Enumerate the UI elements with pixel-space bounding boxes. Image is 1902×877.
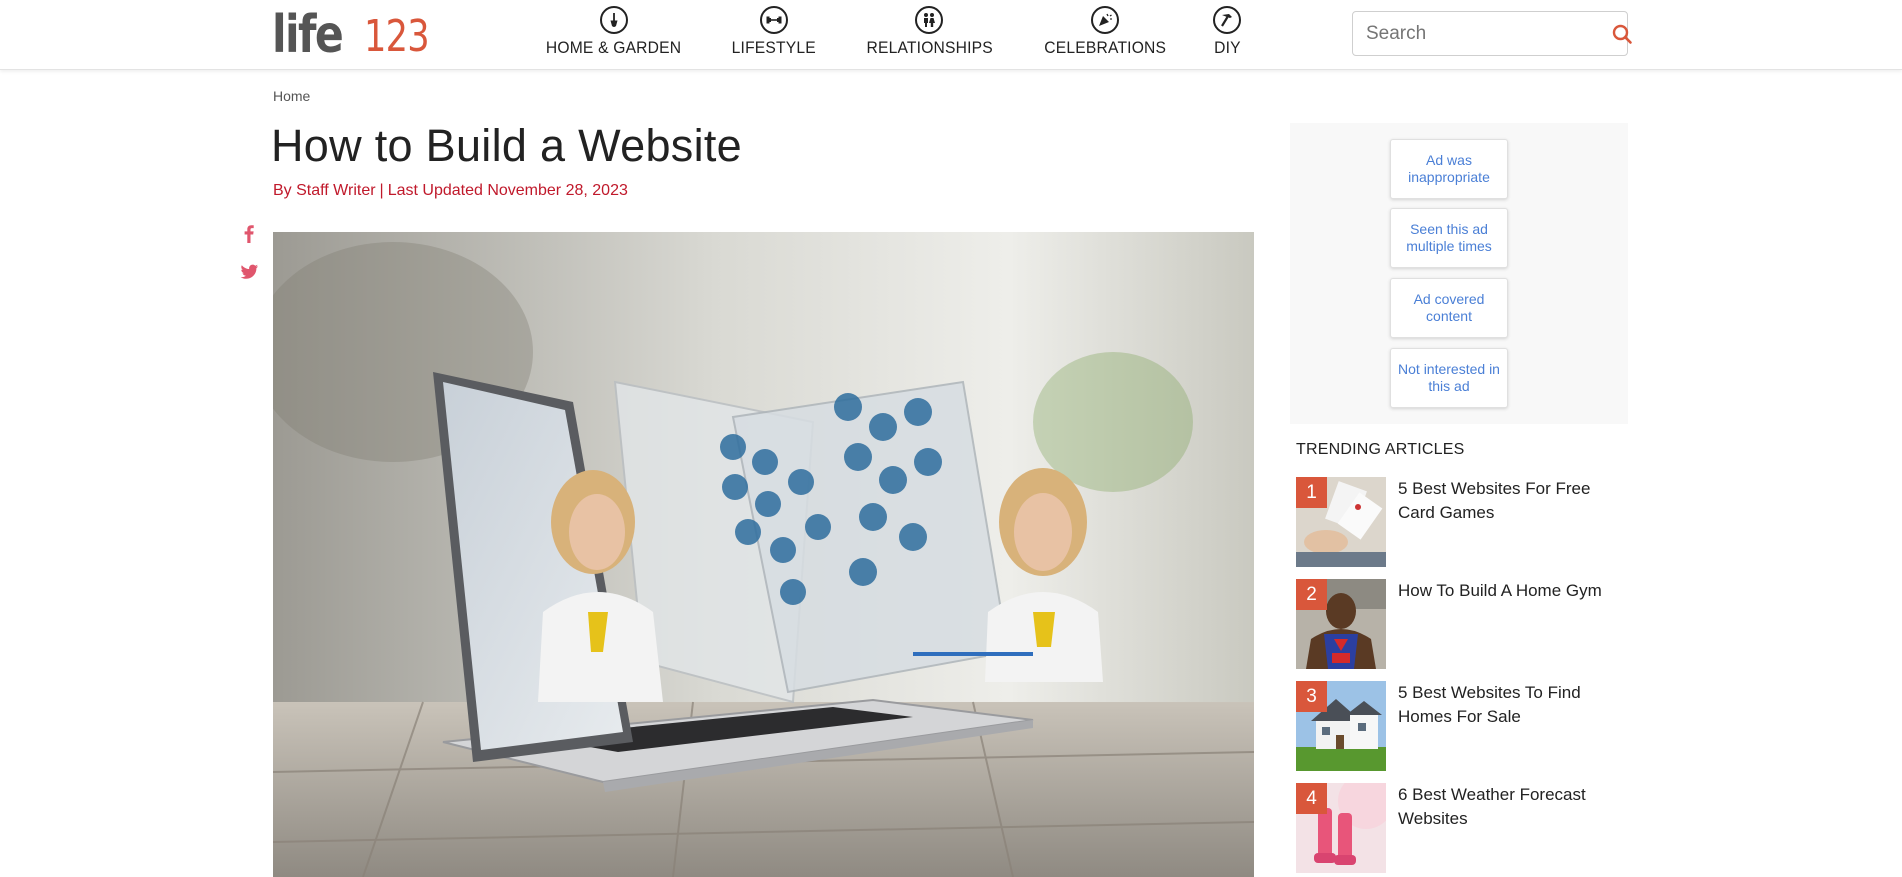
byline-separator: | xyxy=(379,182,384,199)
trending-title: 5 Best Websites For Free Card Games xyxy=(1398,479,1591,522)
nav-label: LIFESTYLE xyxy=(731,38,817,57)
nav-label: DIY xyxy=(1213,38,1241,57)
dumbbell-icon xyxy=(759,6,788,34)
nav-diy[interactable]: DIY xyxy=(1212,6,1242,62)
ad-feedback-covered-content[interactable]: Ad covered content xyxy=(1390,278,1508,338)
ad-feedback-seen-multiple[interactable]: Seen this ad multiple times xyxy=(1390,208,1508,268)
trending-rank: 1 xyxy=(1296,477,1327,508)
byline-updated: Last Updated November 28, 2023 xyxy=(387,182,628,199)
ad-feedback-inappropriate[interactable]: Ad was inappropriate xyxy=(1390,139,1508,199)
site-logo[interactable]: life 123 xyxy=(272,5,445,65)
search-icon xyxy=(1612,24,1632,44)
trending-item[interactable]: 3 5 Best Websites To Find Homes For Sale xyxy=(1296,681,1630,771)
party-horn-icon xyxy=(1091,6,1120,34)
ad-feedback-panel: Ad was inappropriate Seen this ad multip… xyxy=(1290,123,1628,424)
search-input[interactable] xyxy=(1353,12,1611,55)
trending-title: How To Build A Home Gym xyxy=(1398,581,1602,600)
facebook-icon[interactable] xyxy=(238,222,260,244)
hero-image xyxy=(273,232,1254,877)
nav-lifestyle[interactable]: LIFESTYLE xyxy=(728,6,820,62)
page-title: How to Build a Website xyxy=(271,120,742,171)
logo-number: 123 xyxy=(364,11,430,62)
shovel-icon xyxy=(599,6,628,34)
trending-rank: 4 xyxy=(1296,783,1327,814)
social-share xyxy=(238,222,260,298)
breadcrumb-home-link[interactable]: Home xyxy=(273,88,310,104)
trending-item[interactable]: 2 How To Build A Home Gym xyxy=(1296,579,1630,669)
breadcrumb: Home xyxy=(273,88,310,104)
nav-label: HOME & GARDEN xyxy=(545,38,682,57)
trending-heading: TRENDING ARTICLES xyxy=(1296,441,1465,458)
trending-title: 5 Best Websites To Find Homes For Sale xyxy=(1398,683,1581,726)
nav-celebrations[interactable]: CELEBRATIONS xyxy=(1039,6,1171,62)
nav-label: RELATIONSHIPS xyxy=(866,38,993,57)
trending-item[interactable]: 4 6 Best Weather Forecast Websites xyxy=(1296,783,1630,873)
hammer-icon xyxy=(1212,6,1241,34)
couple-icon xyxy=(915,6,944,34)
trending-title: 6 Best Weather Forecast Websites xyxy=(1398,785,1586,828)
twitter-icon[interactable] xyxy=(238,260,260,282)
search-box xyxy=(1352,11,1632,56)
byline: By Staff Writer | Last Updated November 28… xyxy=(273,182,628,200)
ad-feedback-not-interested[interactable]: Not interested in this ad xyxy=(1390,348,1508,408)
nav-relationships[interactable]: RELATIONSHIPS xyxy=(861,6,998,62)
trending-rank: 3 xyxy=(1296,681,1327,712)
logo-text: life xyxy=(272,5,344,65)
main-nav: HOME & GARDEN LIFESTYLE RELATIONSHIPS CE… xyxy=(540,6,1282,62)
nav-home-garden[interactable]: HOME & GARDEN xyxy=(540,6,687,62)
trending-rank: 2 xyxy=(1296,579,1327,610)
site-header: life 123 HOME & GARDEN LIFESTYLE RELATIO… xyxy=(0,0,1902,70)
search-button[interactable] xyxy=(1611,12,1633,55)
trending-item[interactable]: 1 5 Best Websites For Free Card Games xyxy=(1296,477,1630,567)
nav-label: CELEBRATIONS xyxy=(1044,38,1167,57)
byline-author: By Staff Writer xyxy=(273,182,376,199)
